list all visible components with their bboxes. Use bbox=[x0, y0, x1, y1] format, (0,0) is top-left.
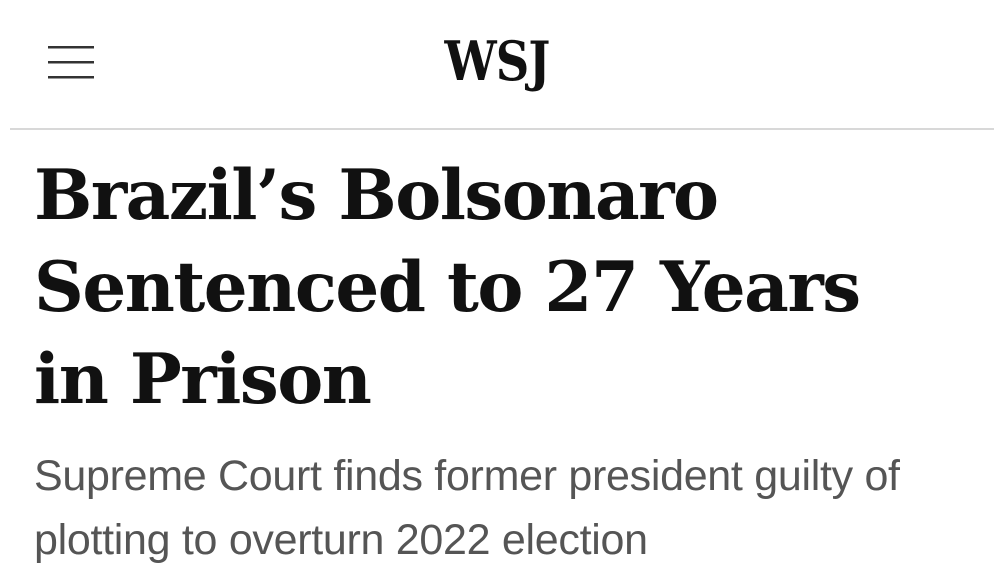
header-divider bbox=[10, 128, 994, 130]
wsj-logo[interactable]: WSJ bbox=[70, 34, 925, 88]
article-headline: Brazil’s Bolsonaro Sentenced to 27 Years… bbox=[34, 155, 861, 420]
top-bar: WSJ bbox=[0, 0, 994, 128]
article-subheadline: Supreme Court finds former president gui… bbox=[34, 452, 900, 564]
